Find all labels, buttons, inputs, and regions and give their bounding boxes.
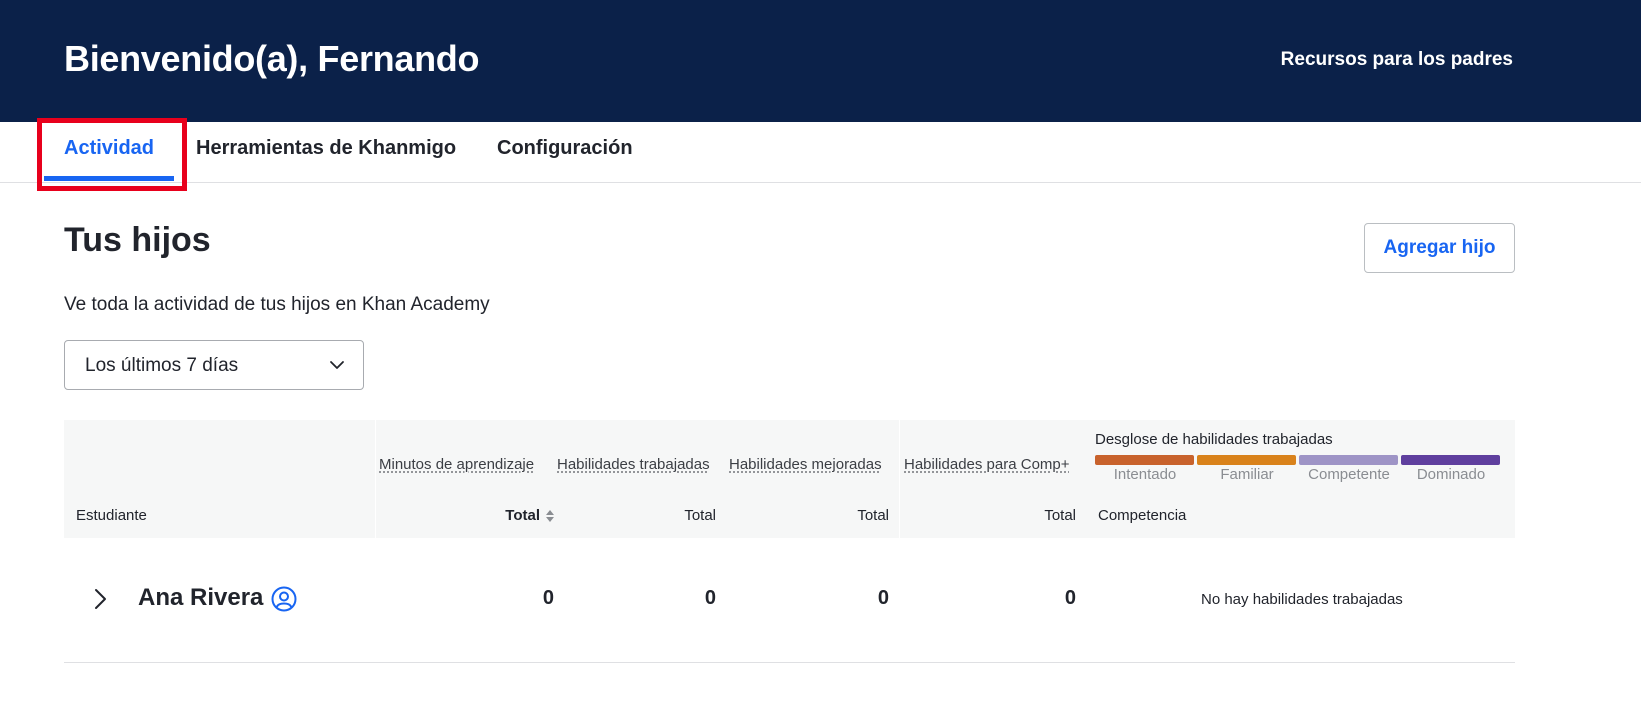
skills-comp-total-label: Total — [1044, 507, 1076, 524]
sort-icon — [546, 510, 554, 523]
active-tab-indicator — [44, 176, 174, 181]
breakdown-title: Desglose de habilidades trabajadas — [1095, 431, 1333, 448]
skills-worked-total-label: Total — [684, 507, 716, 524]
skills-worked-column-header[interactable]: Habilidades trabajadas — [557, 456, 710, 473]
minutes-value: 0 — [542, 587, 554, 609]
tab-khanmigo-tools[interactable]: Herramientas de Khanmigo — [196, 137, 456, 160]
legend-intentado: Intentado — [1113, 466, 1177, 483]
person-circle-icon[interactable] — [271, 586, 297, 612]
table-header: Minutos de aprendizaje Habilidades traba… — [64, 420, 1515, 538]
tab-actividad[interactable]: Actividad — [64, 137, 154, 160]
bar-dominado — [1401, 455, 1500, 465]
student-column-header: Estudiante — [76, 507, 147, 524]
parent-resources-link[interactable]: Recursos para los padres — [1281, 49, 1513, 71]
legend-dominado: Dominado — [1416, 466, 1486, 483]
section-subtitle: Ve toda la actividad de tus hijos en Kha… — [64, 294, 490, 315]
skills-worked-value: 0 — [704, 587, 716, 609]
skills-improved-total-label: Total — [857, 507, 889, 524]
minutes-column-header[interactable]: Minutos de aprendizaje — [379, 456, 534, 473]
table-row: Ana Rivera 0 0 0 0 No hay habilidades tr… — [64, 538, 1515, 663]
column-divider — [375, 420, 376, 538]
bar-competente — [1299, 455, 1398, 465]
minutes-total-sort[interactable]: Total — [444, 507, 556, 524]
column-divider — [899, 420, 900, 538]
student-name[interactable]: Ana Rivera — [138, 584, 263, 612]
date-range-value: Los últimos 7 días — [85, 355, 239, 376]
skills-improved-value: 0 — [877, 587, 889, 609]
competency-column-header: Competencia — [1098, 507, 1187, 524]
top-header: Bienvenido(a), Fernando Recursos para lo… — [0, 0, 1641, 122]
welcome-title: Bienvenido(a), Fernando — [64, 38, 480, 79]
bar-intentado — [1095, 455, 1194, 465]
add-child-button[interactable]: Agregar hijo — [1364, 223, 1515, 273]
competency-empty-message: No hay habilidades trabajadas — [1201, 591, 1403, 608]
legend-familiar: Familiar — [1220, 466, 1274, 483]
bar-familiar — [1197, 455, 1296, 465]
skills-comp-column-header[interactable]: Habilidades para Comp+ — [904, 456, 1070, 473]
chevron-right-icon[interactable] — [88, 587, 112, 611]
date-range-select[interactable]: Los últimos 7 días — [64, 340, 364, 390]
chevron-down-icon — [330, 361, 344, 369]
skills-comp-value: 0 — [1064, 587, 1076, 609]
tab-bar: Actividad Herramientas de Khanmigo Confi… — [0, 122, 1641, 183]
tab-configuracion[interactable]: Configuración — [497, 137, 633, 160]
legend-competente: Competente — [1308, 466, 1390, 483]
section-title: Tus hijos — [64, 221, 211, 259]
total-label: Total — [505, 507, 540, 524]
skills-improved-column-header[interactable]: Habilidades mejoradas — [729, 456, 882, 473]
